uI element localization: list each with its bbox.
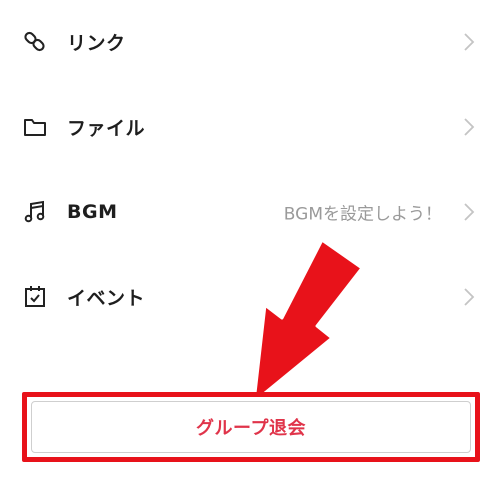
calendar-check-icon: [22, 284, 48, 310]
menu-item-label: ファイル: [67, 117, 146, 140]
bgm-value-text: BGMを設定しよう！: [283, 204, 442, 225]
chevron-right-icon: [462, 202, 476, 222]
leave-group-highlight-frame: グループ退会: [22, 392, 480, 462]
menu-item-link[interactable]: リンク: [0, 0, 500, 84]
menu-item-label: イベント: [67, 287, 146, 310]
music-note-icon: [22, 199, 48, 225]
menu-item-file[interactable]: ファイル: [0, 85, 500, 169]
chevron-right-icon: [462, 117, 476, 137]
chevron-right-icon: [462, 32, 476, 52]
leave-group-button[interactable]: グループ退会: [31, 401, 471, 453]
menu-item-label: BGM: [67, 201, 118, 223]
red-arrow-annotation: [252, 238, 364, 404]
link-icon: [22, 29, 48, 55]
menu-item-label: リンク: [67, 32, 126, 55]
chevron-right-icon: [462, 287, 476, 307]
folder-icon: [22, 114, 48, 140]
